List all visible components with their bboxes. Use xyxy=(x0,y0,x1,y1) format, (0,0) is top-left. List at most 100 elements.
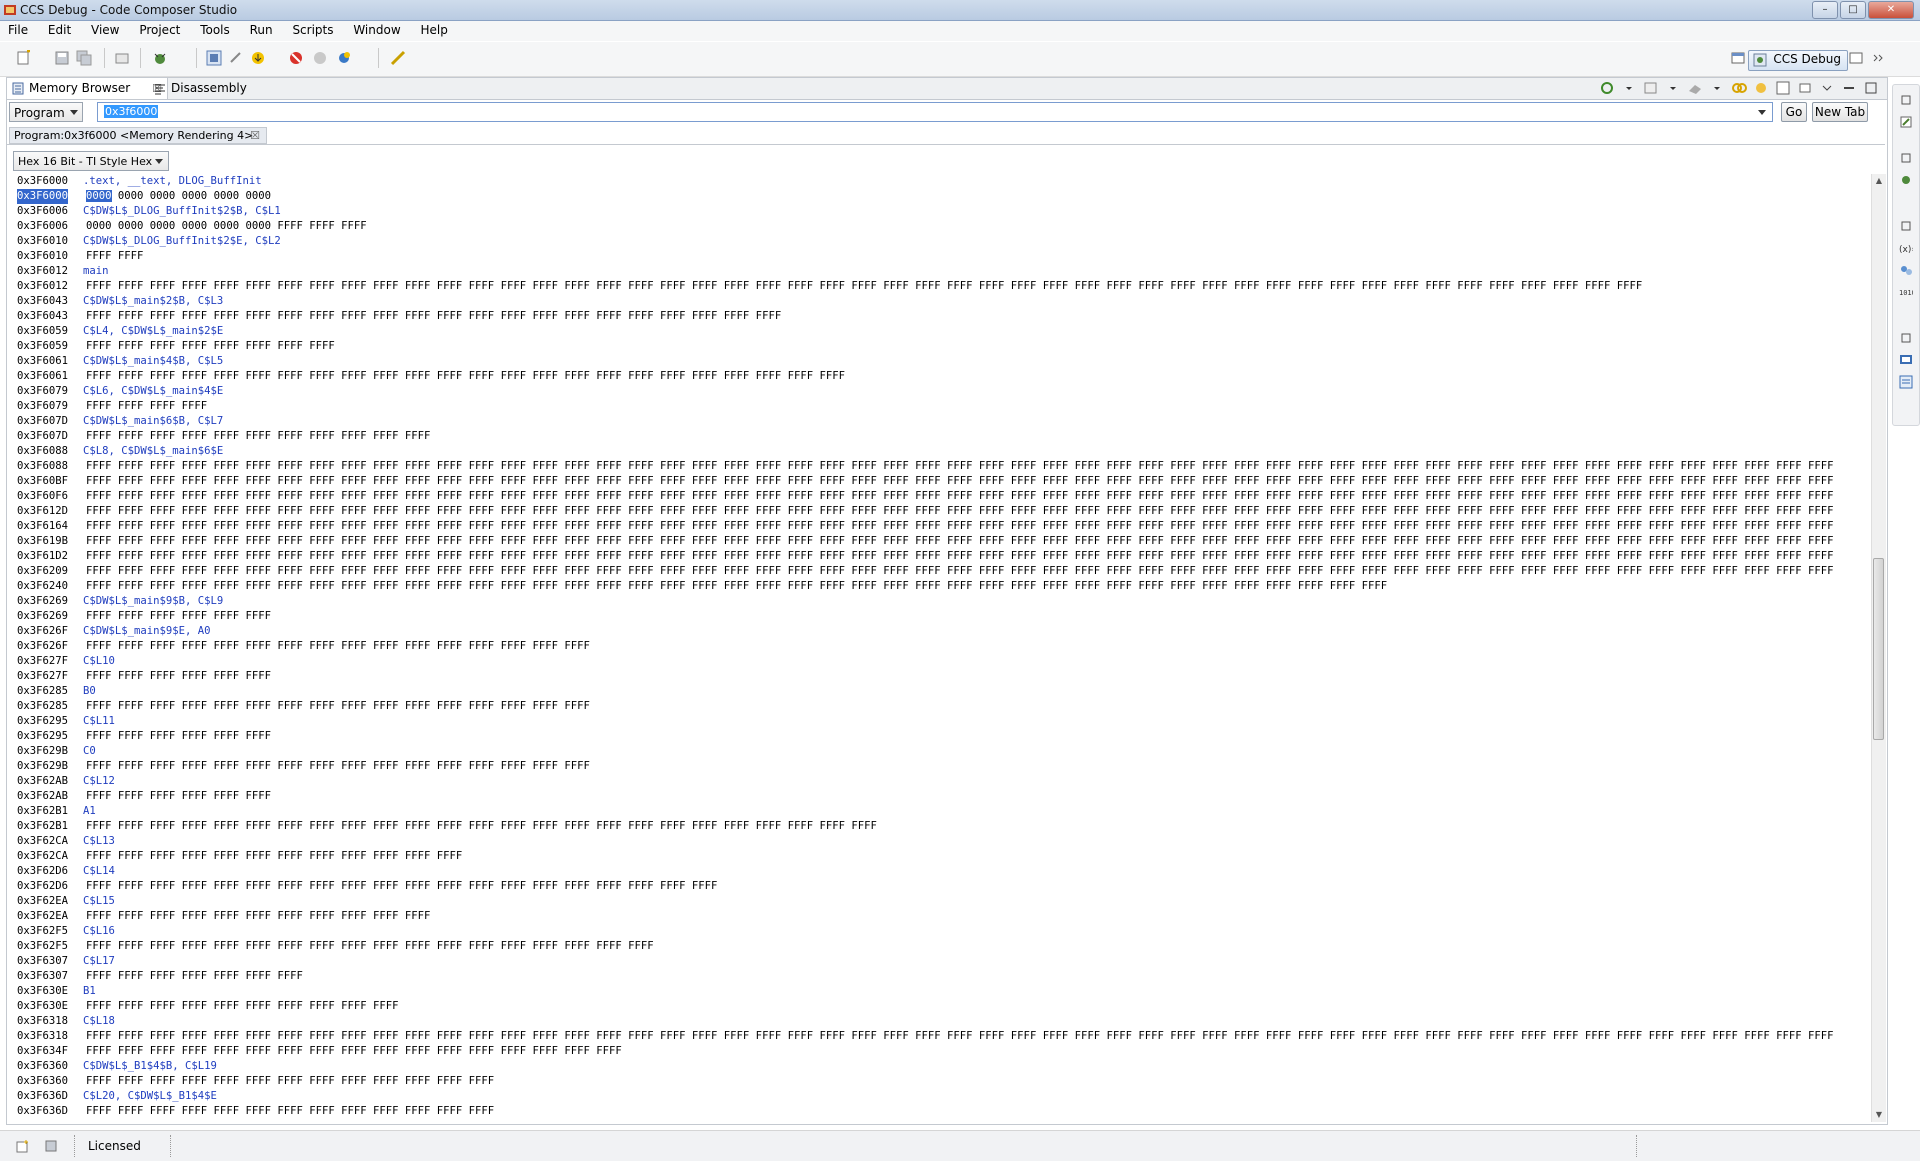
vertical-scrollbar[interactable]: ▲ ▼ xyxy=(1871,174,1886,1122)
menu-view[interactable]: View xyxy=(83,21,127,37)
memory-data-row[interactable]: 0x3F612D FFFF FFFF FFFF FFFF FFFF FFFF FF… xyxy=(9,504,1869,519)
memory-data-row[interactable]: 0x3F634F FFFF FFFF FFFF FFFF FFFF FFFF FF… xyxy=(9,1044,1869,1059)
restore-icon[interactable] xyxy=(1899,219,1913,233)
debug-icon[interactable] xyxy=(152,50,168,66)
memory-label-row[interactable]: 0x3F62B1 A1 xyxy=(9,804,1869,819)
format-select[interactable]: Hex 16 Bit - TI Style Hex xyxy=(13,151,169,171)
connect-target-icon[interactable] xyxy=(206,50,222,66)
memory-data-row[interactable]: 0x3F60BF FFFF FFFF FFFF FFFF FFFF FFFF FF… xyxy=(9,474,1869,489)
refresh-icon[interactable] xyxy=(1599,80,1615,96)
ccs-debug-perspective-button[interactable]: CCS Debug xyxy=(1748,50,1848,71)
remove-breakpoints-icon[interactable] xyxy=(312,50,328,66)
pin-icon[interactable] xyxy=(1797,80,1813,96)
memory-data-row[interactable]: 0x3F62B1 FFFF FFFF FFFF FFFF FFFF FFFF FF… xyxy=(9,819,1869,834)
memory-data-row[interactable]: 0x3F636D FFFF FFFF FFFF FFFF FFFF FFFF FF… xyxy=(9,1104,1869,1119)
memory-data-row[interactable]: 0x3F62D6 FFFF FFFF FFFF FFFF FFFF FFFF FF… xyxy=(9,879,1869,894)
memory-label-row[interactable]: 0x3F6285 B0 xyxy=(9,684,1869,699)
chevron-down-icon[interactable] xyxy=(1665,80,1681,96)
restore-icon[interactable] xyxy=(1899,151,1913,165)
memory-data-row[interactable]: 0x3F6360 FFFF FFFF FFFF FFFF FFFF FFFF FF… xyxy=(9,1074,1869,1089)
breakpoint-icon[interactable] xyxy=(288,50,304,66)
close-window-button[interactable]: ✕ xyxy=(1868,1,1914,19)
chevron-down-icon[interactable] xyxy=(1709,80,1725,96)
restore-icon[interactable] xyxy=(1899,93,1913,107)
memory-label-row[interactable]: 0x3F6088 C$L8, C$DW$L$_main$6$E xyxy=(9,444,1869,459)
menu-tools[interactable]: Tools xyxy=(192,21,238,37)
menu-run[interactable]: Run xyxy=(242,21,281,37)
sync-icon[interactable] xyxy=(1753,80,1769,96)
memory-data-row[interactable]: 0x3F62AB FFFF FFFF FFFF FFFF FFFF FFFF xyxy=(9,789,1869,804)
memory-label-row[interactable]: 0x3F62F5 C$L16 xyxy=(9,924,1869,939)
menu-window[interactable]: Window xyxy=(345,21,408,37)
memory-label-row[interactable]: 0x3F6043 C$DW$L$_main$2$B, C$L3 xyxy=(9,294,1869,309)
memory-label-row[interactable]: 0x3F629B C0 xyxy=(9,744,1869,759)
restore-icon[interactable] xyxy=(1899,331,1913,345)
memory-label-row[interactable]: 0x3F6360 C$DW$L$_B1$4$B, C$L19 xyxy=(9,1059,1869,1074)
memory-data-row[interactable]: 0x3F6010 FFFF FFFF xyxy=(9,249,1869,264)
launch-icon[interactable] xyxy=(390,50,406,66)
registers-icon[interactable]: 1010 xyxy=(1899,285,1913,299)
new-rendering-icon[interactable] xyxy=(1775,80,1791,96)
import-memory-icon[interactable] xyxy=(1643,80,1659,96)
memory-label-row[interactable]: 0x3F6061 C$DW$L$_main$4$B, C$L5 xyxy=(9,354,1869,369)
memory-data-row[interactable]: 0x3F6209 FFFF FFFF FFFF FFFF FFFF FFFF FF… xyxy=(9,564,1869,579)
save-icon[interactable] xyxy=(54,50,70,66)
memory-label-row[interactable]: 0x3F6307 C$L17 xyxy=(9,954,1869,969)
memory-data-row[interactable]: 0x3F6059 FFFF FFFF FFFF FFFF FFFF FFFF FF… xyxy=(9,339,1869,354)
memory-label-row[interactable]: 0x3F62CA C$L13 xyxy=(9,834,1869,849)
minimize-button[interactable]: – xyxy=(1812,1,1838,19)
load-program-icon[interactable] xyxy=(250,50,266,66)
memory-label-row[interactable]: 0x3F630E B1 xyxy=(9,984,1869,999)
open-perspective-icon[interactable] xyxy=(1730,50,1746,66)
memory-label-row[interactable]: 0x3F62AB C$L12 xyxy=(9,774,1869,789)
new-tab-button[interactable]: New Tab xyxy=(1812,102,1868,122)
close-tab-icon[interactable]: ☒ xyxy=(250,128,260,144)
memory-label-row[interactable]: 0x3F6269 C$DW$L$_main$9$B, C$L9 xyxy=(9,594,1869,609)
memory-label-row[interactable]: 0x3F62D6 C$L14 xyxy=(9,864,1869,879)
memory-data-row[interactable]: 0x3F6285 FFFF FFFF FFFF FFFF FFFF FFFF FF… xyxy=(9,699,1869,714)
scroll-thumb[interactable] xyxy=(1873,558,1884,740)
memory-data-row[interactable]: 0x3F6164 FFFF FFFF FFFF FFFF FFFF FFFF FF… xyxy=(9,519,1869,534)
memory-data-row[interactable]: 0x3F629B FFFF FFFF FFFF FFFF FFFF FFFF FF… xyxy=(9,759,1869,774)
memory-label-row[interactable]: 0x3F626F C$DW$L$_main$9$E, A0 xyxy=(9,624,1869,639)
memory-data-row[interactable]: 0x3F6088 FFFF FFFF FFFF FFFF FFFF FFFF FF… xyxy=(9,459,1869,474)
memory-data-row[interactable]: 0x3F619B FFFF FFFF FFFF FFFF FFFF FFFF FF… xyxy=(9,534,1869,549)
eraser-icon[interactable] xyxy=(1687,80,1703,96)
memory-label-row[interactable]: 0x3F6012 main xyxy=(9,264,1869,279)
memory-data-row[interactable]: 0x3F6295 FFFF FFFF FFFF FFFF FFFF FFFF xyxy=(9,729,1869,744)
debug-view-icon[interactable] xyxy=(1899,173,1913,187)
target-status-icon[interactable] xyxy=(44,1139,58,1153)
rendering-tab[interactable]: Program:0x3f6000 <Memory Rendering 4> ☒ xyxy=(9,127,267,144)
memory-space-select[interactable]: Program xyxy=(9,102,83,122)
memory-data-row[interactable]: 0x3F6000 0000 0000 0000 0000 0000 0000 xyxy=(9,189,1869,204)
save-all-icon[interactable] xyxy=(76,50,92,66)
memory-label-row[interactable]: 0x3F627F C$L10 xyxy=(9,654,1869,669)
tab-disassembly[interactable]: Disassembly xyxy=(149,78,271,99)
edit-icon[interactable] xyxy=(1899,115,1913,129)
expressions-icon[interactable] xyxy=(1899,263,1913,277)
maximize-button[interactable]: □ xyxy=(1840,1,1866,19)
memory-data-row[interactable]: 0x3F626F FFFF FFFF FFFF FFFF FFFF FFFF FF… xyxy=(9,639,1869,654)
chevron-down-icon[interactable] xyxy=(1621,80,1637,96)
memory-data-row[interactable]: 0x3F6006 0000 0000 0000 0000 0000 0000 FF… xyxy=(9,219,1869,234)
memory-data-row[interactable]: 0x3F6240 FFFF FFFF FFFF FFFF FFFF FFFF FF… xyxy=(9,579,1869,594)
chevron-down-icon[interactable] xyxy=(1758,110,1766,115)
memory-data-row[interactable]: 0x3F6061 FFFF FFFF FFFF FFFF FFFF FFFF FF… xyxy=(9,369,1869,384)
memory-label-row[interactable]: 0x3F636D C$L20, C$DW$L$_B1$4$E xyxy=(9,1089,1869,1104)
maximize-view-icon[interactable] xyxy=(1863,80,1879,96)
menu-edit[interactable]: Edit xyxy=(40,21,79,37)
memory-view[interactable]: 0x3F6000 .text, __text, DLOG_BuffInit 0x3F… xyxy=(9,174,1869,1122)
more-perspectives-icon[interactable] xyxy=(1870,50,1886,66)
memory-label-row[interactable]: 0x3F6006 C$DW$L$_DLOG_BuffInit$2$B, C$L1 xyxy=(9,204,1869,219)
memory-data-row[interactable]: 0x3F627F FFFF FFFF FFFF FFFF FFFF FFFF xyxy=(9,669,1869,684)
menu-help[interactable]: Help xyxy=(412,21,455,37)
variables-icon[interactable]: (x)= xyxy=(1899,241,1913,255)
link-with-debug-icon[interactable] xyxy=(1731,80,1747,96)
memory-label-row[interactable]: 0x3F6079 C$L6, C$DW$L$_main$4$E xyxy=(9,384,1869,399)
memory-label-row[interactable]: 0x3F607D C$DW$L$_main$6$B, C$L7 xyxy=(9,414,1869,429)
memory-label-row[interactable]: 0x3F6000 .text, __text, DLOG_BuffInit xyxy=(9,174,1869,189)
new-icon[interactable] xyxy=(16,50,32,66)
memory-data-row[interactable]: 0x3F6269 FFFF FFFF FFFF FFFF FFFF FFFF xyxy=(9,609,1869,624)
menu-file[interactable]: File xyxy=(0,21,36,37)
view-menu-icon[interactable] xyxy=(1819,80,1835,96)
